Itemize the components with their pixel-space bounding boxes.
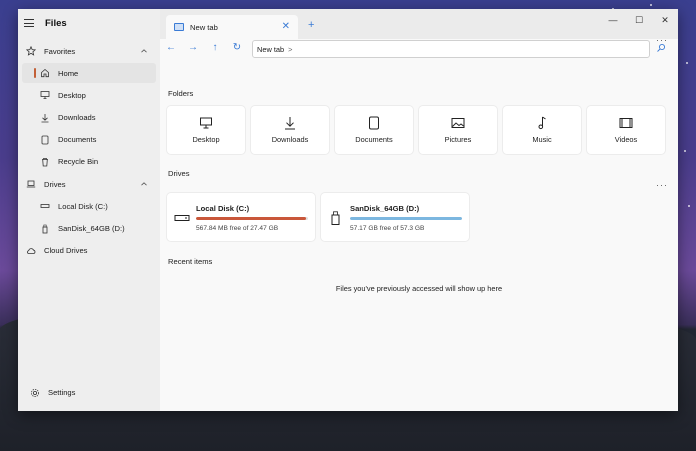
sidebar-item-label: Drives xyxy=(44,179,66,189)
address-bar[interactable]: New tab > xyxy=(252,40,650,58)
folder-card-music[interactable]: Music xyxy=(503,106,581,154)
back-arrow-icon[interactable]: ← xyxy=(164,41,178,55)
usb-drive-icon xyxy=(331,211,340,225)
recent-empty-message: Files you've previously accessed will sh… xyxy=(335,284,503,293)
folder-label: Downloads xyxy=(271,135,309,144)
sidebar-item-local-disk[interactable]: Local Disk (C:) xyxy=(22,196,156,216)
drives-heading: Drives xyxy=(168,169,190,178)
sidebar-item-label: Documents xyxy=(58,135,97,145)
folder-card-documents[interactable]: Documents xyxy=(335,106,413,154)
settings-label: Settings xyxy=(48,388,76,398)
folder-label: Documents xyxy=(355,135,393,144)
up-arrow-icon[interactable]: ↑ xyxy=(208,41,222,55)
drive-name: Local Disk (C:) xyxy=(196,204,250,213)
sidebar-item-favorites[interactable]: Favorites xyxy=(22,41,156,61)
cloud-icon xyxy=(24,246,38,256)
sidebar-item-sandisk[interactable]: SanDisk_64GB (D:) xyxy=(22,219,156,239)
address-path: New tab xyxy=(257,44,285,54)
drive-free-space: 567.84 MB free of 27.47 GB xyxy=(196,225,279,232)
home-content: Folders Desktop Downloads Documents Pict… xyxy=(160,59,678,411)
forward-arrow-icon[interactable]: → xyxy=(186,41,200,55)
sidebar-item-recycle-bin[interactable]: Recycle Bin xyxy=(22,152,156,172)
drive-card-sandisk[interactable]: SanDisk_64GB (D:) 57.17 GB free of 57.3 … xyxy=(321,193,469,241)
more-options-icon[interactable]: ··· xyxy=(656,35,668,45)
tab-new-tab[interactable]: New tab ✕ xyxy=(166,15,298,39)
wallpaper-star xyxy=(684,150,686,152)
hamburger-menu-icon[interactable] xyxy=(24,19,34,27)
refresh-icon[interactable]: ↻ xyxy=(230,41,244,55)
sidebar-item-label: Recycle Bin xyxy=(58,157,99,167)
sidebar-item-desktop[interactable]: Desktop xyxy=(22,85,156,105)
more-options-icon[interactable]: ··· xyxy=(656,180,668,190)
close-tab-icon[interactable]: ✕ xyxy=(282,22,290,32)
star-icon xyxy=(24,46,38,56)
recycle-bin-icon xyxy=(38,157,52,167)
sidebar: Files Favorites Home Desktop Downloads D… xyxy=(18,9,160,411)
wallpaper-star xyxy=(650,4,652,6)
chevron-up-icon[interactable] xyxy=(140,180,148,188)
drive-usage-bar xyxy=(350,217,462,220)
folder-label: Videos xyxy=(614,135,638,144)
laptop-icon xyxy=(24,179,38,189)
app-header: Files xyxy=(18,15,160,31)
folder-card-downloads[interactable]: Downloads xyxy=(251,106,329,154)
gear-icon xyxy=(28,388,42,398)
usb-drive-icon xyxy=(38,224,52,234)
recent-items-heading: Recent items xyxy=(168,257,213,266)
sidebar-item-label: Downloads xyxy=(58,113,96,123)
drive-usage-fill xyxy=(196,217,306,220)
sidebar-item-label: Desktop xyxy=(58,90,86,100)
download-icon xyxy=(38,113,52,123)
wallpaper-star xyxy=(688,205,690,207)
files-window: Files Favorites Home Desktop Downloads D… xyxy=(18,9,678,411)
maximize-icon[interactable]: ☐ xyxy=(632,15,646,26)
home-icon xyxy=(38,68,52,78)
breadcrumb-separator: > xyxy=(288,44,293,54)
hard-drive-icon xyxy=(174,215,190,221)
sidebar-item-cloud-drives[interactable]: Cloud Drives xyxy=(22,241,156,261)
video-icon xyxy=(619,118,633,128)
folder-label: Pictures xyxy=(444,135,472,144)
sidebar-item-label: Local Disk (C:) xyxy=(58,201,108,211)
hard-drive-icon xyxy=(38,201,52,211)
add-tab-button[interactable]: + xyxy=(308,19,314,31)
tab-label: New tab xyxy=(190,22,218,32)
desktop-icon xyxy=(200,117,212,129)
document-icon xyxy=(369,116,379,130)
main-pane: New tab ✕ + — ☐ ✕ ← → ↑ ↻ New tab > ··· … xyxy=(160,9,678,411)
sidebar-item-downloads[interactable]: Downloads xyxy=(22,108,156,128)
minimize-icon[interactable]: — xyxy=(606,15,620,25)
tab-page-icon xyxy=(174,23,184,31)
document-icon xyxy=(38,135,52,145)
wallpaper-star xyxy=(686,62,688,64)
folder-card-desktop[interactable]: Desktop xyxy=(167,106,245,154)
sidebar-item-label: Favorites xyxy=(44,46,76,56)
folder-card-pictures[interactable]: Pictures xyxy=(419,106,497,154)
sidebar-item-drives[interactable]: Drives xyxy=(22,174,156,194)
sidebar-item-label: Home xyxy=(58,68,79,78)
tab-bar: New tab ✕ + — ☐ ✕ xyxy=(160,9,678,39)
picture-icon xyxy=(451,118,465,128)
download-icon xyxy=(285,117,295,130)
navigation-toolbar: ← → ↑ ↻ New tab > xyxy=(160,39,678,59)
folder-label: Desktop xyxy=(192,135,220,144)
folder-label: Music xyxy=(532,135,552,144)
folder-card-videos[interactable]: Videos xyxy=(587,106,665,154)
chevron-up-icon[interactable] xyxy=(140,47,148,55)
sidebar-item-home[interactable]: Home xyxy=(22,63,156,84)
drive-free-space: 57.17 GB free of 57.3 GB xyxy=(350,225,425,232)
drive-card-local-disk[interactable]: Local Disk (C:) 567.84 MB free of 27.47 … xyxy=(167,193,315,241)
drive-usage-fill xyxy=(350,217,462,220)
music-note-icon xyxy=(538,116,546,130)
sidebar-item-label: SanDisk_64GB (D:) xyxy=(58,224,125,233)
sidebar-item-label: Cloud Drives xyxy=(44,246,88,256)
drive-name: SanDisk_64GB (D:) xyxy=(350,204,420,213)
drive-usage-bar xyxy=(196,217,308,220)
close-window-icon[interactable]: ✕ xyxy=(658,15,672,26)
settings-button[interactable]: Settings xyxy=(26,383,160,403)
folders-heading: Folders xyxy=(168,89,194,98)
sidebar-item-documents[interactable]: Documents xyxy=(22,130,156,150)
desktop-icon xyxy=(38,90,52,100)
app-title: Files xyxy=(45,17,67,29)
